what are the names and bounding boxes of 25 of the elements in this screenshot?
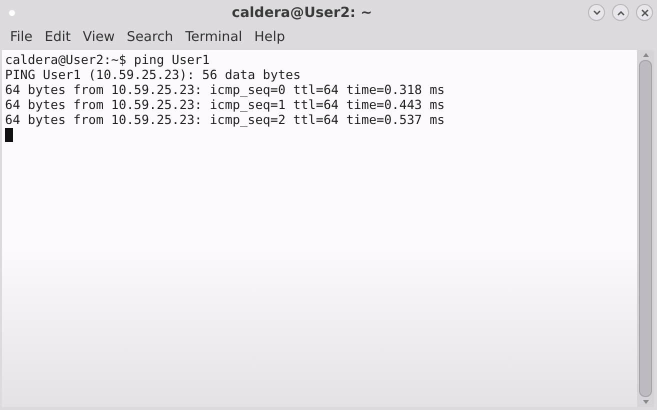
terminal-line: 64 bytes from 10.59.25.23: icmp_seq=2 ttl=64 time=0.537 ms bbox=[5, 112, 446, 127]
scrollbar[interactable] bbox=[637, 50, 654, 407]
terminal-line: 64 bytes from 10.59.25.23: icmp_seq=0 ttl=64 time=0.318 ms bbox=[5, 82, 446, 97]
maximize-button[interactable] bbox=[612, 4, 629, 21]
menu-item[interactable]: Search bbox=[120, 28, 180, 44]
terminal-line: 64 bytes from 10.59.25.23: icmp_seq=1 ttl=64 time=0.443 ms bbox=[5, 97, 446, 112]
chevron-down-icon bbox=[592, 10, 600, 16]
terminal-line: PING User1 (10.59.25.23): 56 data bytes bbox=[5, 67, 302, 82]
window-menu-dot-icon[interactable] bbox=[8, 8, 16, 16]
scrollbar-thumb[interactable] bbox=[639, 60, 652, 397]
close-button[interactable] bbox=[636, 4, 653, 21]
menu-item[interactable]: Terminal bbox=[179, 28, 248, 44]
close-icon bbox=[640, 8, 648, 16]
menu-item[interactable]: View bbox=[76, 28, 121, 44]
terminal-line: caldera@User2:~$ ping User1 bbox=[5, 52, 211, 67]
menu-item[interactable]: Help bbox=[248, 28, 292, 44]
text-cursor bbox=[5, 128, 13, 142]
window-title: caldera@User2: ~ bbox=[232, 4, 372, 20]
terminal-area[interactable] bbox=[2, 50, 637, 407]
scroll-down-arrow-icon[interactable] bbox=[642, 400, 648, 404]
minimize-button[interactable] bbox=[588, 4, 605, 21]
scroll-up-arrow-icon[interactable] bbox=[642, 53, 648, 57]
menu-item[interactable]: File bbox=[4, 28, 39, 44]
chevron-up-icon bbox=[616, 10, 624, 16]
menu-item[interactable]: Edit bbox=[38, 28, 77, 44]
